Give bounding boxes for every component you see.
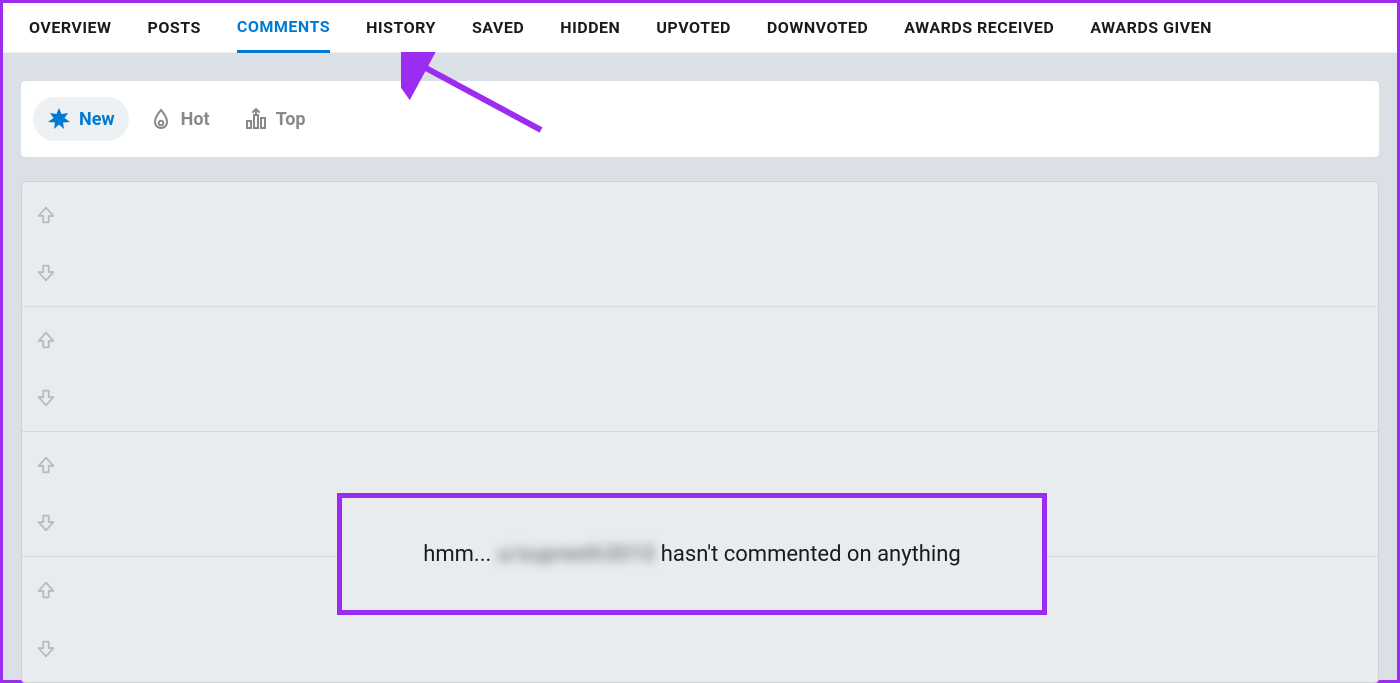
sort-bar: New Hot Top <box>21 81 1379 157</box>
sort-new-label: New <box>79 109 115 130</box>
vote-column <box>22 307 70 431</box>
tab-posts[interactable]: POSTS <box>148 3 201 53</box>
placeholder-row <box>22 182 1378 307</box>
empty-state-username: u/supreeth3010 <box>497 542 654 567</box>
placeholder-row <box>22 307 1378 432</box>
tab-upvoted[interactable]: UPVOTED <box>656 3 731 53</box>
vote-column <box>22 557 70 682</box>
tab-history[interactable]: HISTORY <box>366 3 436 53</box>
tab-awards-received[interactable]: AWARDS RECEIVED <box>904 3 1054 53</box>
hot-icon <box>149 107 173 131</box>
empty-state-suffix: hasn't commented on anything <box>661 542 961 567</box>
downvote-icon[interactable] <box>35 512 57 534</box>
tab-hidden[interactable]: HIDDEN <box>560 3 620 53</box>
downvote-icon[interactable] <box>35 387 57 409</box>
top-icon <box>244 107 268 131</box>
upvote-icon[interactable] <box>35 204 57 226</box>
app-frame: OVERVIEW POSTS COMMENTS HISTORY SAVED HI… <box>0 0 1400 683</box>
annotation-highlight-box: hmm... u/supreeth3010 hasn't commented o… <box>337 493 1047 615</box>
empty-state-message: hmm... u/supreeth3010 hasn't commented o… <box>423 542 961 567</box>
sort-hot-label: Hot <box>181 109 210 130</box>
sort-new-button[interactable]: New <box>33 97 129 141</box>
downvote-icon[interactable] <box>35 262 57 284</box>
upvote-icon[interactable] <box>35 329 57 351</box>
sort-top-button[interactable]: Top <box>230 97 320 141</box>
tab-overview[interactable]: OVERVIEW <box>29 3 112 53</box>
upvote-icon[interactable] <box>35 579 57 601</box>
sort-top-label: Top <box>276 109 306 130</box>
empty-state-prefix: hmm... <box>423 542 491 567</box>
sort-hot-button[interactable]: Hot <box>135 97 224 141</box>
tab-comments[interactable]: COMMENTS <box>237 3 330 53</box>
tab-awards-given[interactable]: AWARDS GIVEN <box>1090 3 1212 53</box>
new-icon <box>47 107 71 131</box>
downvote-icon[interactable] <box>35 638 57 660</box>
vote-column <box>22 182 70 306</box>
tab-saved[interactable]: SAVED <box>472 3 524 53</box>
upvote-icon[interactable] <box>35 454 57 476</box>
tab-downvoted[interactable]: DOWNVOTED <box>767 3 868 53</box>
profile-tab-bar: OVERVIEW POSTS COMMENTS HISTORY SAVED HI… <box>3 3 1397 53</box>
vote-column <box>22 432 70 556</box>
